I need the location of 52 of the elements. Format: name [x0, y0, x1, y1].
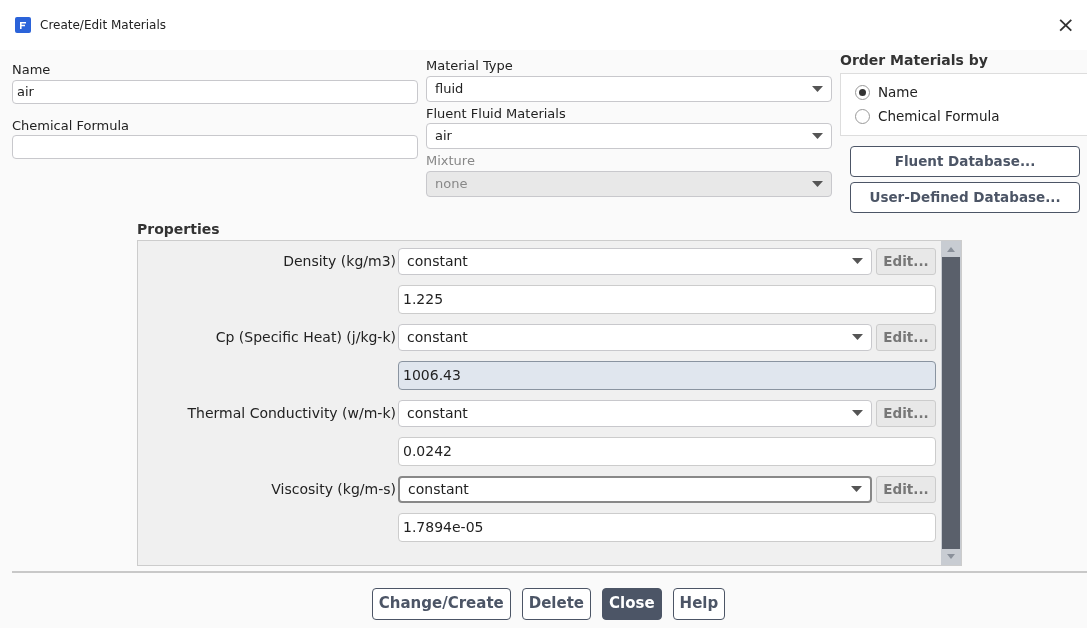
- database-button[interactable]: Fluent Database...: [850, 145, 1080, 177]
- method-dropdown[interactable]: constant: [398, 475, 872, 503]
- method-dropdown[interactable]: constant: [398, 323, 872, 351]
- edit-button[interactable]: Edit...: [876, 475, 936, 503]
- window-title: Create/Edit Materials: [40, 17, 166, 34]
- radio-option[interactable]: Chemical Formula: [855, 104, 1000, 129]
- group-title: Order Materials by: [840, 52, 988, 68]
- radio-option[interactable]: Name: [855, 80, 918, 105]
- method-dropdown[interactable]: constant: [398, 247, 872, 275]
- radio-button[interactable]: [855, 84, 870, 100]
- text-field[interactable]: [12, 135, 418, 159]
- section-title: Properties: [137, 219, 221, 239]
- database-button[interactable]: User-Defined Database...: [850, 181, 1080, 213]
- scroll-up-icon[interactable]: [947, 246, 955, 252]
- field-label: Name: [12, 62, 51, 78]
- edit-button[interactable]: Edit...: [876, 323, 936, 351]
- scroll-down-icon[interactable]: [947, 553, 955, 559]
- method-dropdown[interactable]: constant: [398, 399, 872, 427]
- property-label: Cp (Specific Heat) (j/kg-k): [214, 327, 397, 347]
- text-field[interactable]: air: [12, 79, 418, 104]
- value-field[interactable]: 1.7894e-05: [398, 512, 936, 542]
- value-field[interactable]: 1006.43: [398, 360, 936, 390]
- field-label: Chemical Formula: [12, 117, 129, 134]
- dialog-button[interactable]: Delete: [521, 587, 591, 620]
- app-icon: [15, 17, 31, 33]
- dropdown: none: [426, 170, 832, 197]
- close-button[interactable]: ×: [1056, 14, 1075, 36]
- dropdown-caret-icon: [852, 258, 863, 264]
- field-label: Material Type: [426, 58, 513, 74]
- dialog-button[interactable]: Help: [672, 587, 726, 620]
- dialog-button[interactable]: Change/Create: [371, 587, 511, 620]
- dropdown[interactable]: air: [426, 123, 832, 149]
- field-label: Fluent Fluid Materials: [426, 105, 566, 122]
- dropdown-caret-icon: [851, 486, 862, 492]
- edit-button[interactable]: Edit...: [876, 399, 936, 427]
- edit-button[interactable]: Edit...: [876, 247, 936, 275]
- dropdown-caret-icon: [852, 334, 863, 340]
- dropdown-caret-icon: [812, 85, 823, 92]
- value-field[interactable]: 0.0242: [398, 436, 936, 466]
- property-label: Thermal Conductivity (w/m-k): [186, 403, 397, 423]
- value-field[interactable]: 1.225: [398, 284, 936, 314]
- property-label: Density (kg/m3): [282, 251, 397, 271]
- dialog-button[interactable]: Close: [602, 587, 662, 620]
- property-label: Viscosity (kg/m-s): [270, 479, 397, 499]
- dropdown-caret-icon: [812, 180, 823, 187]
- field-label: Mixture: [426, 153, 475, 169]
- dropdown[interactable]: fluid: [426, 75, 832, 102]
- scrollbar[interactable]: [941, 240, 961, 565]
- dropdown-caret-icon: [852, 410, 863, 416]
- dropdown-caret-icon: [812, 133, 823, 139]
- scrollbar-thumb[interactable]: [942, 256, 960, 549]
- radio-button[interactable]: [855, 108, 870, 124]
